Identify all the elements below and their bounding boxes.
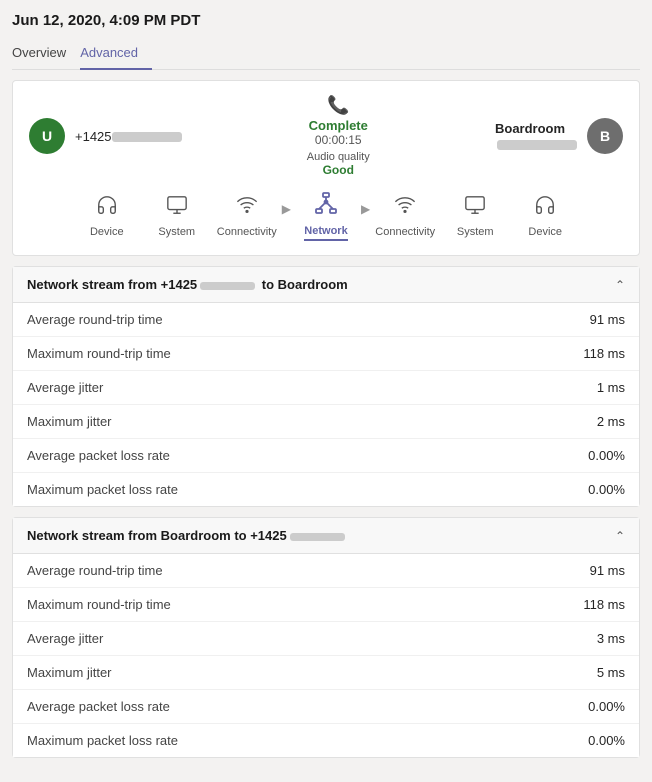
stream2-panel: Network stream from Boardroom to +1425 ⌃… <box>12 517 640 758</box>
stream2-title: Network stream from Boardroom to +1425 <box>27 528 345 543</box>
table-row: Maximum packet loss rate 0.00% <box>13 473 639 506</box>
participant-right: Boardroom B <box>495 118 623 154</box>
participant-left-number: +1425 <box>75 129 182 144</box>
arrow-right-1: ▶ <box>282 202 291 216</box>
stream2-chevron: ⌃ <box>615 529 625 543</box>
page-container: Jun 12, 2020, 4:09 PM PDT Overview Advan… <box>0 0 652 782</box>
media-step-device-right[interactable]: Device <box>510 194 580 238</box>
stream1-panel: Network stream from +1425 to Boardroom ⌃… <box>12 266 640 507</box>
call-card: U +1425 📞 Complete 00:00:15 Audio qualit… <box>12 80 640 256</box>
call-duration: 00:00:15 <box>182 133 495 147</box>
media-step-connectivity-left[interactable]: Connectivity <box>212 194 282 238</box>
tab-advanced[interactable]: Advanced <box>80 39 152 70</box>
avatar-left: U <box>29 118 65 154</box>
participant-left: U +1425 <box>29 118 182 154</box>
media-flow: Device System Connectivity ▶ <box>29 191 623 241</box>
table-row: Maximum round-trip time 118 ms <box>13 337 639 371</box>
connectivity-right-icon <box>394 194 416 222</box>
audio-quality-label: Audio quality <box>182 151 495 163</box>
network-icon <box>314 191 338 221</box>
system-right-icon <box>464 194 486 222</box>
device-left-label: Device <box>90 226 124 238</box>
redacted-number-left <box>112 132 182 142</box>
network-label: Network <box>304 225 347 241</box>
stream2-header[interactable]: Network stream from Boardroom to +1425 ⌃ <box>13 518 639 554</box>
header-date: Jun 12, 2020, 4:09 PM PDT <box>12 12 640 29</box>
tabs-row: Overview Advanced <box>12 39 640 70</box>
redacted-name-right <box>497 140 577 150</box>
arrow-right-2: ▶ <box>361 202 370 216</box>
table-row: Average round-trip time 91 ms <box>13 554 639 588</box>
stream2-body: Average round-trip time 91 ms Maximum ro… <box>13 554 639 757</box>
media-step-system-right[interactable]: System <box>440 194 510 238</box>
call-center: 📞 Complete 00:00:15 Audio quality Good <box>182 95 495 177</box>
device-right-label: Device <box>528 226 562 238</box>
table-row: Average packet loss rate 0.00% <box>13 690 639 724</box>
table-row: Maximum jitter 2 ms <box>13 405 639 439</box>
connectivity-left-label: Connectivity <box>217 226 277 238</box>
table-row: Average jitter 3 ms <box>13 622 639 656</box>
media-step-connectivity-right[interactable]: Connectivity <box>370 194 440 238</box>
device-left-icon <box>96 194 118 222</box>
system-left-label: System <box>158 226 195 238</box>
stream1-body: Average round-trip time 91 ms Maximum ro… <box>13 303 639 506</box>
phone-icon: 📞 <box>182 95 495 116</box>
connectivity-right-label: Connectivity <box>375 226 435 238</box>
tab-overview[interactable]: Overview <box>12 39 80 70</box>
system-right-label: System <box>457 226 494 238</box>
participant-right-info: Boardroom <box>495 121 577 151</box>
avatar-right: B <box>587 118 623 154</box>
call-status: Complete <box>182 118 495 133</box>
media-step-device-left[interactable]: Device <box>72 194 142 238</box>
stream1-chevron: ⌃ <box>615 278 625 292</box>
table-row: Maximum jitter 5 ms <box>13 656 639 690</box>
media-step-system-left[interactable]: System <box>142 194 212 238</box>
table-row: Maximum packet loss rate 0.00% <box>13 724 639 757</box>
audio-quality-value: Good <box>182 163 495 177</box>
participants-row: U +1425 📞 Complete 00:00:15 Audio qualit… <box>29 95 623 177</box>
stream1-title: Network stream from +1425 to Boardroom <box>27 277 348 292</box>
device-right-icon <box>534 194 556 222</box>
stream1-header[interactable]: Network stream from +1425 to Boardroom ⌃ <box>13 267 639 303</box>
table-row: Average packet loss rate 0.00% <box>13 439 639 473</box>
media-step-network[interactable]: Network <box>291 191 361 241</box>
system-left-icon <box>166 194 188 222</box>
connectivity-left-icon <box>236 194 258 222</box>
table-row: Average jitter 1 ms <box>13 371 639 405</box>
participant-right-name: Boardroom <box>495 121 577 136</box>
table-row: Average round-trip time 91 ms <box>13 303 639 337</box>
table-row: Maximum round-trip time 118 ms <box>13 588 639 622</box>
